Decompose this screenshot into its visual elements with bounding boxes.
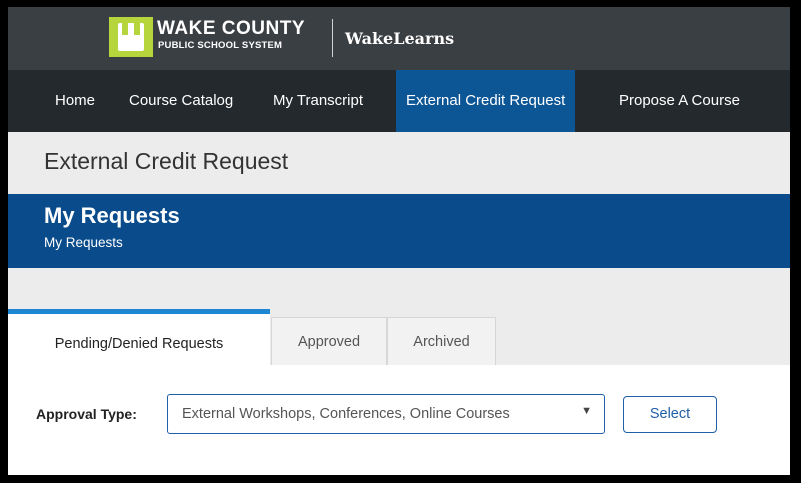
- tab-pending-denied[interactable]: Pending/Denied Requests: [8, 309, 270, 365]
- tabs-bar: Pending/Denied Requests Approved Archive…: [8, 268, 790, 365]
- tab-archived[interactable]: Archived: [387, 317, 496, 365]
- dropdown-arrow-icon: ▼: [581, 405, 592, 417]
- filter-row: Approval Type: External Workshops, Confe…: [8, 365, 790, 475]
- main-nav: Home Course Catalog My Transcript Extern…: [8, 70, 790, 132]
- top-header: WAKE COUNTY PUBLIC SCHOOL SYSTEM WakeLea…: [8, 7, 790, 70]
- section-header: My Requests My Requests: [8, 194, 790, 268]
- breadcrumb: My Requests: [44, 235, 123, 250]
- nav-my-transcript[interactable]: My Transcript: [263, 70, 373, 132]
- approval-type-label: Approval Type:: [36, 406, 137, 422]
- brand-name[interactable]: WakeLearns: [345, 29, 454, 48]
- approval-type-select[interactable]: External Workshops, Conferences, Online …: [167, 394, 605, 434]
- app-frame: WAKE COUNTY PUBLIC SCHOOL SYSTEM WakeLea…: [8, 7, 790, 475]
- nav-external-credit-request[interactable]: External Credit Request: [396, 70, 576, 132]
- page-title: External Credit Request: [44, 148, 289, 174]
- tab-approved[interactable]: Approved: [271, 317, 387, 365]
- org-name: WAKE COUNTY: [157, 18, 305, 39]
- logo-divider: [332, 19, 333, 57]
- wcpss-logo-icon[interactable]: [109, 17, 153, 57]
- page-header: External Credit Request: [8, 132, 790, 194]
- nav-course-catalog[interactable]: Course Catalog: [119, 70, 243, 132]
- approval-type-value: External Workshops, Conferences, Online …: [182, 406, 510, 422]
- nav-home[interactable]: Home: [45, 70, 105, 132]
- org-subname: PUBLIC SCHOOL SYSTEM: [158, 40, 283, 51]
- section-title: My Requests: [44, 203, 180, 228]
- nav-propose-a-course[interactable]: Propose A Course: [609, 70, 750, 132]
- logo-mark: [118, 23, 144, 51]
- select-button[interactable]: Select: [623, 396, 717, 433]
